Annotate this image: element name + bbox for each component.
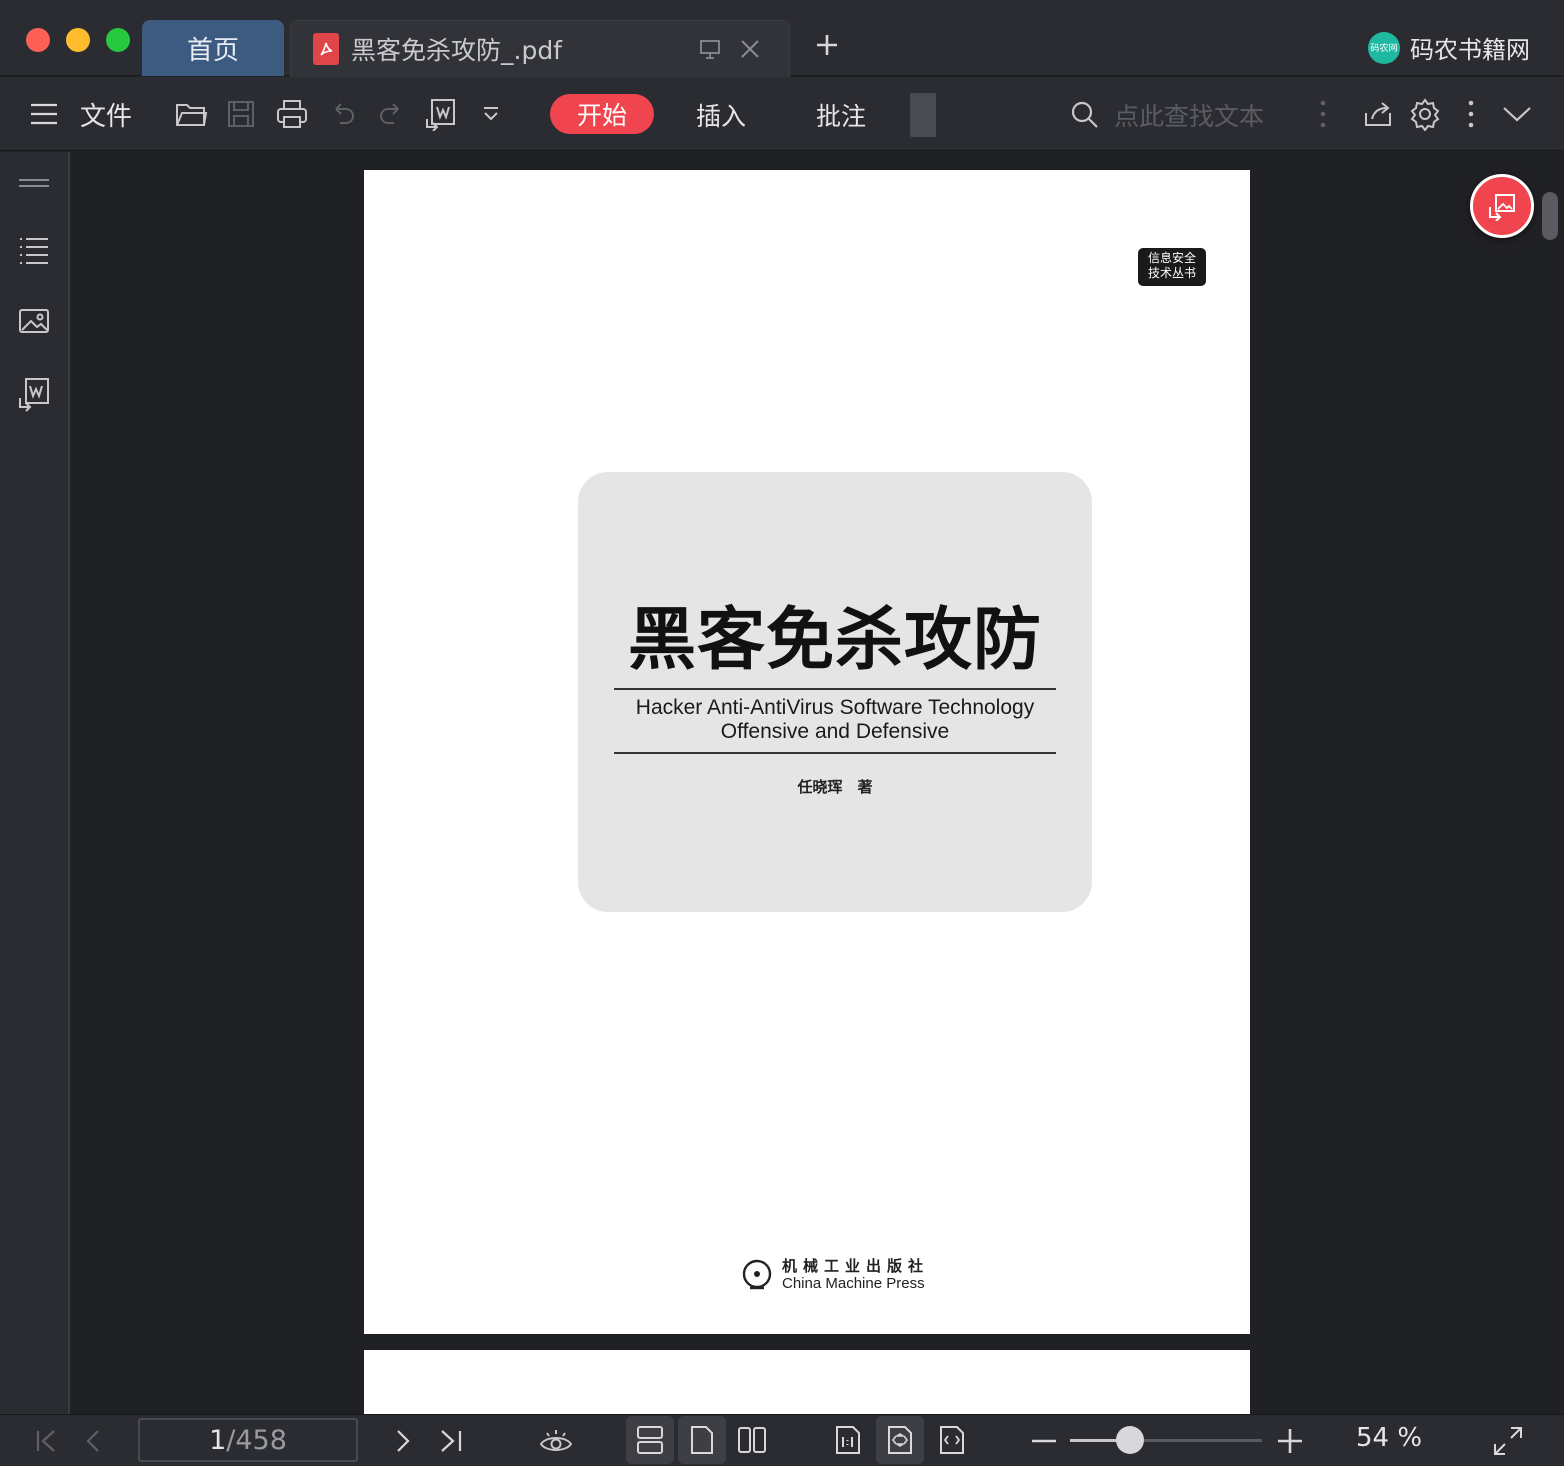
eye-protection-icon[interactable] [538, 1425, 574, 1457]
first-page-icon[interactable] [30, 1425, 62, 1457]
brand-name: 码农书籍网 [1410, 36, 1530, 64]
previous-page-icon[interactable] [78, 1425, 110, 1457]
image-extract-float-button[interactable] [1470, 174, 1534, 238]
present-icon[interactable] [697, 36, 723, 62]
thumbnails-image-icon[interactable] [16, 304, 52, 340]
last-page-icon[interactable] [436, 1425, 468, 1457]
cover-author: 任晓珲 著 [797, 778, 873, 796]
fullscreen-icon[interactable] [1492, 1425, 1524, 1457]
tab-home[interactable]: 首页 [142, 20, 284, 76]
cover-title-panel: 黑客免杀攻防 Hacker Anti-AntiVirus Software Te… [578, 472, 1092, 912]
vertical-scrollbar-thumb[interactable] [1542, 192, 1558, 240]
close-tab-icon[interactable] [737, 36, 763, 62]
new-tab-icon[interactable] [812, 30, 842, 60]
file-menu[interactable]: 文件 [76, 77, 136, 151]
fit-page-button[interactable] [876, 1416, 924, 1464]
document-canvas[interactable]: 信息安全 技术丛书 黑客免杀攻防 Hacker Anti-AntiVirus S… [72, 152, 1564, 1414]
cover-subtitle-line2: Offensive and Defensive [720, 720, 950, 743]
single-page-view-button[interactable] [678, 1416, 726, 1464]
pdf-to-word-icon[interactable] [422, 77, 460, 151]
main-toolbar: 文件 开始 插入 批注 点此查找文本 [0, 77, 1564, 151]
cover-subtitle-line1: Hacker Anti-AntiVirus Software Technolog… [635, 696, 1035, 719]
pdf-reader-window: 首页 黑客免杀攻防_.pdf 码农网 码农书籍网 文件 开始 插入 批注 点此查… [0, 0, 1564, 1466]
search-box[interactable]: 点此查找文本 [1070, 95, 1264, 135]
continuous-scroll-view-button[interactable] [626, 1416, 674, 1464]
cover-title: 黑客免杀攻防 [627, 601, 1042, 680]
pdf-page-2 [364, 1350, 1250, 1414]
collapse-toolbar-chevron-icon[interactable] [1498, 77, 1536, 151]
page-number-input[interactable]: 1/458 [138, 1418, 358, 1462]
open-folder-icon[interactable] [172, 77, 210, 151]
brand[interactable]: 码农网 码农书籍网 [1368, 30, 1530, 65]
publisher-name-zh: 机械工业出版社 [782, 1257, 930, 1275]
continuous-view-icon [637, 1426, 663, 1454]
more-options-icon[interactable] [1310, 77, 1336, 151]
fit-width-button[interactable] [928, 1416, 976, 1464]
pdf-file-icon [313, 33, 339, 65]
outline-icon[interactable] [16, 232, 52, 268]
save-icon[interactable] [222, 77, 260, 151]
publisher-logo-icon [742, 1259, 772, 1290]
zoom-slider-knob[interactable] [1115, 1426, 1144, 1454]
current-page: 1 [209, 1424, 227, 1456]
close-window-button[interactable] [26, 28, 50, 52]
tab-bar: 首页 黑客免杀攻防_.pdf 码农网 码农书籍网 [0, 0, 1564, 77]
two-page-view-button[interactable] [728, 1416, 776, 1464]
collapse-sidebar-icon[interactable] [16, 166, 52, 202]
tab-document[interactable]: 黑客免杀攻防_.pdf [290, 20, 790, 77]
zoom-in-icon[interactable] [1274, 1425, 1306, 1457]
cover-rule-bottom [614, 752, 1056, 754]
share-icon[interactable] [1360, 77, 1396, 151]
brand-logo: 码农网 [1368, 31, 1400, 64]
search-placeholder: 点此查找文本 [1114, 102, 1265, 131]
ribbon-scroll-right-button[interactable] [910, 93, 936, 137]
series-badge: 信息安全 技术丛书 [1138, 248, 1206, 286]
publisher-name-en: China Machine Press [782, 1275, 925, 1292]
left-sidebar-rail [0, 152, 70, 1414]
minimize-window-button[interactable] [66, 28, 90, 52]
next-page-icon[interactable] [386, 1425, 418, 1457]
hamburger-menu-icon[interactable] [26, 77, 62, 151]
tab-document-title: 黑客免杀攻防_.pdf [351, 36, 562, 65]
quick-access-dropdown-icon[interactable] [478, 77, 504, 151]
pdf-page-1: 信息安全 技术丛书 黑客免杀攻防 Hacker Anti-AntiVirus S… [364, 170, 1250, 1334]
pdf-to-image-icon [1489, 194, 1515, 221]
two-page-icon [738, 1427, 766, 1453]
tab-start[interactable]: 开始 [550, 94, 654, 134]
convert-to-word-icon[interactable] [16, 376, 52, 412]
print-icon[interactable] [272, 77, 312, 151]
zoom-percentage[interactable]: 54 % [1356, 1423, 1422, 1453]
total-pages: /458 [226, 1424, 287, 1456]
bottom-navigation-bar: 1/458 54 % [0, 1414, 1564, 1466]
tab-insert[interactable]: 插入 [696, 97, 746, 133]
search-icon [1071, 101, 1098, 128]
single-page-icon [691, 1426, 713, 1454]
file-menu-label: 文件 [79, 101, 132, 132]
more-vertical-icon[interactable] [1458, 77, 1484, 151]
fit-width-icon [940, 1426, 964, 1454]
settings-gear-icon[interactable] [1406, 77, 1444, 151]
actual-size-button[interactable] [824, 1416, 872, 1464]
actual-size-icon [836, 1426, 860, 1454]
fit-page-icon [888, 1426, 912, 1454]
maximize-window-button[interactable] [106, 28, 130, 52]
tab-annotate[interactable]: 批注 [816, 97, 866, 133]
undo-icon[interactable] [326, 77, 360, 151]
cover-rule-top [614, 688, 1056, 690]
publisher-block: 机械工业出版社 China Machine Press [740, 1258, 929, 1292]
redo-icon[interactable] [374, 77, 408, 151]
zoom-out-icon[interactable] [1028, 1425, 1060, 1457]
